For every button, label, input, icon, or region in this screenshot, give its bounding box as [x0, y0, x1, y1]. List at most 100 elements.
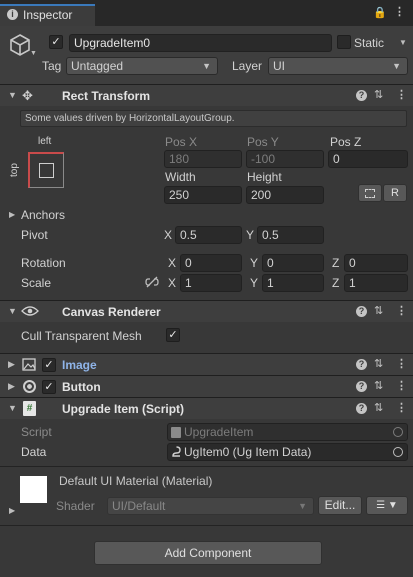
- upgrade-item-header[interactable]: ▼ # Upgrade Item (Script) ? ⇅ ⋮: [0, 397, 413, 419]
- pos-x-field: 180: [164, 150, 242, 168]
- rotation-z-axis: Z: [332, 256, 340, 270]
- scale-z-field[interactable]: 1: [344, 274, 408, 292]
- icon-dropdown-arrow-icon[interactable]: ▼: [30, 50, 37, 57]
- help-icon[interactable]: ?: [356, 403, 367, 414]
- presets-icon[interactable]: ⇅: [374, 304, 383, 317]
- rotation-x-axis: X: [168, 256, 177, 270]
- help-icon[interactable]: ?: [356, 359, 367, 370]
- material-fold-arrow-icon[interactable]: ▶: [9, 506, 15, 515]
- presets-icon[interactable]: ⇅: [374, 379, 383, 392]
- shader-dropdown: UI/Default ▼: [107, 497, 314, 515]
- scale-y-field[interactable]: 1: [262, 274, 324, 292]
- button-title: Button: [62, 380, 101, 394]
- edit-shader-button[interactable]: Edit...: [318, 496, 362, 515]
- image-component-icon: [22, 358, 36, 371]
- pivot-label: Pivot: [21, 228, 48, 242]
- scale-y-axis: Y: [250, 276, 259, 290]
- script-asset-icon: [171, 427, 181, 438]
- lock-icon[interactable]: 🔒: [373, 6, 387, 19]
- help-icon[interactable]: ?: [356, 90, 367, 101]
- component-menu-icon[interactable]: ⋮: [396, 401, 407, 414]
- image-enabled-checkbox[interactable]: ✓: [42, 358, 56, 372]
- chevron-down-icon: ▼: [392, 61, 401, 71]
- image-header[interactable]: ▶ ✓ Image ? ⇅ ⋮: [0, 353, 413, 375]
- blueprint-mode-button[interactable]: [358, 184, 382, 202]
- eye-icon: [21, 306, 39, 316]
- scale-label: Scale: [21, 276, 52, 290]
- object-name-field[interactable]: UpgradeItem0: [69, 34, 332, 52]
- tab-title: Inspector: [23, 8, 73, 22]
- more-menu-icon[interactable]: ⋮: [394, 5, 405, 18]
- fold-arrow-icon[interactable]: ▼: [8, 306, 17, 316]
- component-menu-icon[interactable]: ⋮: [396, 88, 407, 101]
- static-dropdown-arrow-icon[interactable]: ▼: [399, 38, 407, 47]
- rotation-x-field[interactable]: 0: [180, 254, 242, 272]
- data-field[interactable]: UgItem0 (Ug Item Data): [167, 443, 408, 461]
- active-checkbox[interactable]: ✓: [49, 35, 63, 49]
- tag-label: Tag: [42, 59, 62, 73]
- button-enabled-checkbox[interactable]: ✓: [42, 380, 56, 394]
- component-menu-icon[interactable]: ⋮: [396, 357, 407, 370]
- script-file-icon: #: [23, 401, 36, 416]
- fold-arrow-icon[interactable]: ▼: [8, 403, 17, 413]
- data-label: Data: [21, 445, 47, 459]
- info-icon: i: [7, 9, 18, 20]
- blueprint-icon: [365, 189, 375, 198]
- fold-arrow-icon[interactable]: ▶: [8, 381, 15, 392]
- anchor-preset-button[interactable]: [28, 152, 64, 188]
- cull-label: Cull Transparent Mesh: [21, 329, 142, 343]
- anchors-label[interactable]: Anchors: [21, 208, 65, 222]
- presets-icon[interactable]: ⇅: [374, 357, 383, 370]
- image-title: Image: [62, 358, 97, 372]
- tab-inspector[interactable]: i Inspector: [0, 4, 95, 26]
- raw-edit-button[interactable]: R: [383, 184, 407, 202]
- rotation-y-field[interactable]: 0: [262, 254, 324, 272]
- help-icon[interactable]: ?: [356, 381, 367, 392]
- help-icon[interactable]: ?: [356, 306, 367, 317]
- add-component-button[interactable]: Add Component: [94, 541, 322, 565]
- width-label: Width: [165, 170, 196, 184]
- canvas-renderer-header[interactable]: ▼ Canvas Renderer ? ⇅ ⋮: [0, 300, 413, 322]
- button-header[interactable]: ▶ ✓ Button ? ⇅ ⋮: [0, 375, 413, 397]
- layer-dropdown[interactable]: UI ▼: [268, 57, 408, 75]
- fold-arrow-icon[interactable]: ▶: [8, 359, 15, 370]
- shader-label: Shader: [56, 499, 95, 513]
- pivot-x-field[interactable]: 0.5: [175, 226, 242, 244]
- rotation-z-field[interactable]: 0: [344, 254, 408, 272]
- list-icon: ☰ ▼: [376, 500, 398, 511]
- chevron-down-icon: ▼: [202, 61, 211, 71]
- static-checkbox[interactable]: [337, 35, 351, 49]
- anchor-v-label: top: [9, 163, 20, 177]
- scale-x-field[interactable]: 1: [180, 274, 242, 292]
- material-separator: [0, 466, 413, 467]
- rect-transform-icon: ✥: [22, 88, 33, 103]
- tag-dropdown[interactable]: Untagged ▼: [66, 57, 218, 75]
- presets-icon[interactable]: ⇅: [374, 88, 383, 101]
- anchors-fold-arrow-icon[interactable]: ▶: [9, 210, 15, 219]
- script-field: UpgradeItem: [167, 423, 408, 441]
- component-menu-icon[interactable]: ⋮: [396, 379, 407, 392]
- chevron-down-icon: ▼: [298, 501, 307, 511]
- component-menu-icon[interactable]: ⋮: [396, 304, 407, 317]
- height-field[interactable]: 200: [246, 186, 324, 204]
- material-title: Default UI Material (Material): [59, 474, 213, 488]
- tag-value: Untagged: [71, 59, 124, 73]
- pivot-y-field[interactable]: 0.5: [257, 226, 324, 244]
- width-field[interactable]: 250: [164, 186, 242, 204]
- gameobject-cube-icon: [10, 34, 30, 56]
- fold-arrow-icon[interactable]: ▼: [8, 90, 17, 100]
- pivot-x-axis: X: [164, 228, 173, 242]
- pos-y-label: Pos Y: [247, 135, 279, 149]
- rect-transform-header[interactable]: ▼ ✥ Rect Transform ? ⇅ ⋮: [0, 84, 413, 106]
- constrain-proportions-icon[interactable]: [145, 276, 159, 288]
- pivot-y-axis: Y: [246, 228, 255, 242]
- button-component-icon: [23, 380, 36, 393]
- upgrade-item-title: Upgrade Item (Script): [62, 402, 185, 416]
- material-options-button[interactable]: ☰ ▼: [366, 496, 408, 515]
- pos-z-field[interactable]: 0: [328, 150, 408, 168]
- canvas-renderer-title: Canvas Renderer: [62, 305, 161, 319]
- pos-x-label: Pos X: [165, 135, 198, 149]
- cull-checkbox[interactable]: ✓: [166, 328, 180, 342]
- object-picker-icon[interactable]: [393, 447, 403, 457]
- presets-icon[interactable]: ⇅: [374, 401, 383, 414]
